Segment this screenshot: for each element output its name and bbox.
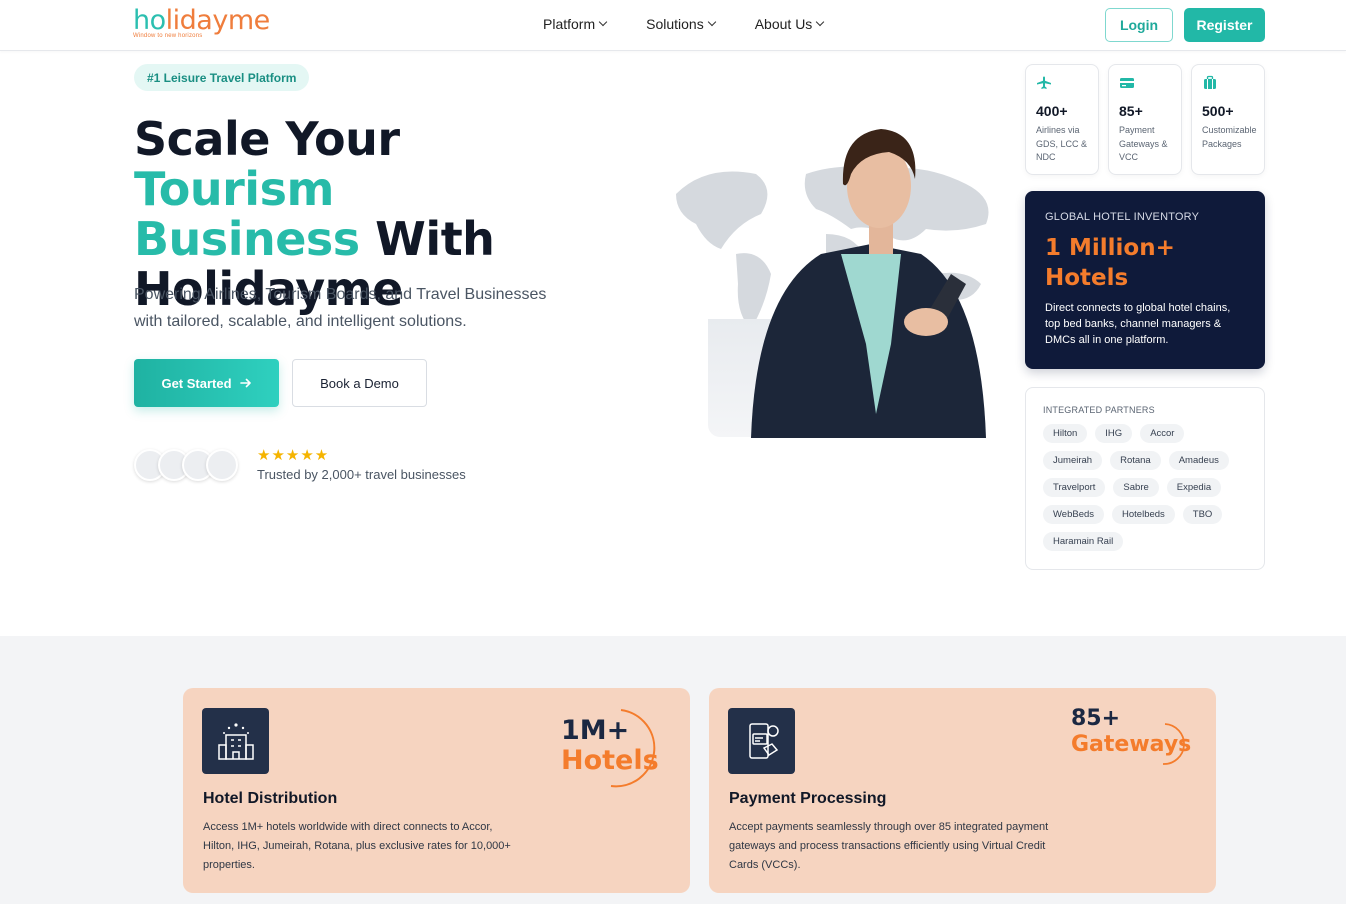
feature-title: Payment Processing	[729, 790, 887, 807]
partners-card: INTEGRATED PARTNERS Hilton IHG Accor Jum…	[1025, 387, 1265, 570]
logo[interactable]: holidayme Window to new horizons	[133, 5, 270, 40]
partner-chip: Jumeirah	[1043, 451, 1103, 470]
avatar	[206, 449, 238, 481]
partner-chip: WebBeds	[1043, 505, 1105, 524]
book-demo-button[interactable]: Book a Demo	[292, 359, 427, 407]
hotel-card-description: Direct connects to global hotel chains, …	[1045, 302, 1231, 346]
stat-card-payments: 85+ Payment Gateways & VCC	[1108, 64, 1182, 175]
nav-about-us[interactable]: About Us	[755, 16, 825, 32]
main-nav: Platform Solutions About Us	[543, 16, 825, 32]
stat-card-packages: 500+ Customizable Packages	[1191, 64, 1265, 175]
register-button[interactable]: Register	[1184, 8, 1265, 42]
partner-chip: Sabre	[1113, 478, 1159, 497]
hero-image	[666, 124, 1006, 438]
partner-chip: Hotelbeds	[1112, 505, 1175, 524]
hero-badge: #1 Leisure Travel Platform	[134, 64, 310, 91]
partner-chip: TBO	[1182, 505, 1223, 524]
partner-chip: IHG	[1095, 424, 1133, 443]
partner-chip: Rotana	[1110, 451, 1161, 470]
hotel-inventory-card: GLOBAL HOTEL INVENTORY 1 Million+ Hotels …	[1025, 191, 1265, 369]
partner-chip: Hilton	[1043, 424, 1088, 443]
hotel-card-headline: 1 Million+ Hotels	[1045, 235, 1175, 291]
nav-platform[interactable]: Platform	[543, 16, 608, 32]
login-button[interactable]: Login	[1105, 8, 1173, 42]
credit-card-icon	[1120, 78, 1134, 88]
hotel-card-caption: GLOBAL HOTEL INVENTORY	[1045, 211, 1200, 223]
feature-card-payment-processing: 85+ Gateways Payment Processing Accept p…	[709, 688, 1216, 893]
plane-icon	[1037, 76, 1051, 89]
get-started-button[interactable]: Get Started	[134, 359, 279, 407]
site-header: holidayme Window to new horizons Platfor…	[0, 0, 1346, 51]
feature-description: Accept payments seamlessly through over …	[729, 821, 1049, 871]
feature-card-hotel-distribution: 1M+ Hotels Hotel Distribution Access 1M+…	[183, 688, 690, 893]
avatar-group	[134, 449, 244, 481]
suitcase-icon	[1204, 75, 1216, 89]
payment-device-icon	[728, 708, 795, 774]
partner-chips: Hilton IHG Accor Jumeirah Rotana Amadeus…	[1043, 424, 1239, 551]
stat-ring-graphic	[1162, 723, 1185, 765]
trusted-text: Trusted by 2,000+ travel businesses	[257, 467, 466, 482]
feature-title: Hotel Distribution	[203, 790, 338, 807]
chevron-down-icon	[707, 17, 716, 27]
partner-chip: Haramain Rail	[1043, 532, 1124, 551]
rating-stars: ★★★★★	[257, 447, 330, 464]
hero-subtitle: Powering Airlines, Tourism Boards, and T…	[134, 286, 547, 330]
feature-description: Access 1M+ hotels worldwide with direct …	[203, 821, 511, 871]
businesswoman-photo	[751, 129, 986, 438]
logo-wordmark: holidayme	[133, 5, 270, 36]
partner-chip: Travelport	[1043, 478, 1106, 497]
chevron-down-icon	[816, 17, 825, 27]
chevron-down-icon	[598, 17, 608, 27]
arrow-right-icon	[239, 378, 251, 388]
stat-card-airlines: 400+ Airlines via GDS, LCC & NDC	[1025, 64, 1099, 175]
partner-chip: Expedia	[1166, 478, 1222, 497]
partners-caption: INTEGRATED PARTNERS	[1043, 405, 1155, 415]
partner-chip: Accor	[1140, 424, 1185, 443]
stat-ring-graphic	[610, 709, 656, 788]
hotel-building-icon	[202, 708, 269, 774]
partner-chip: Amadeus	[1168, 451, 1229, 470]
nav-solutions[interactable]: Solutions	[646, 16, 716, 32]
